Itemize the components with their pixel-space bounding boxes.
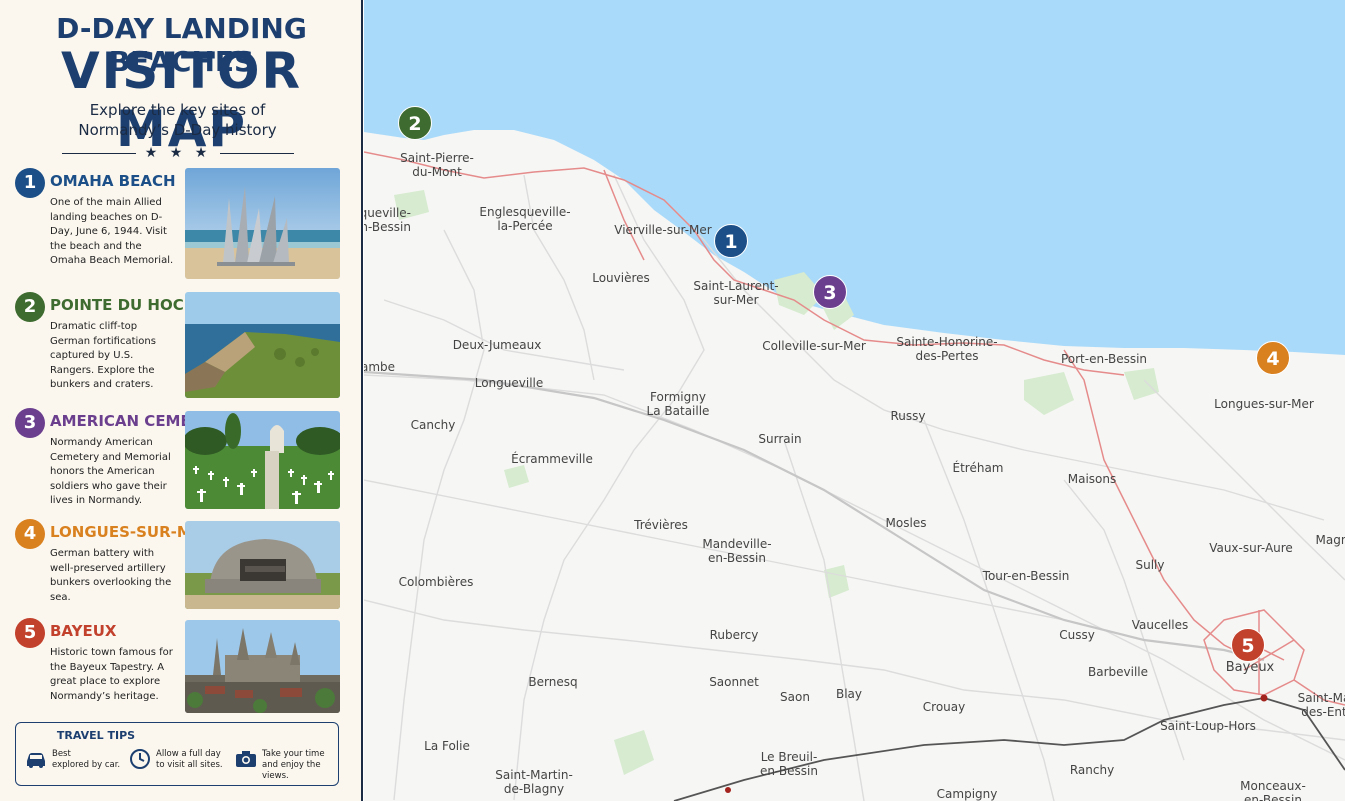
town-monceaux-en-bessin: Monceaux-en-Bessin bbox=[1240, 779, 1306, 801]
town-campigny: Campigny bbox=[936, 787, 998, 801]
divider-line-right bbox=[220, 153, 294, 154]
site-bayeux[interactable]: 5 BAYEUX Historic town famous for the Ba… bbox=[15, 618, 340, 713]
town-colleville-sur-mer: Colleville-sur-Mer bbox=[762, 339, 866, 353]
site-description: Normandy American Cemetery and Memorial … bbox=[50, 437, 171, 507]
town-canchy: Canchy bbox=[410, 418, 456, 432]
divider-line-left bbox=[62, 153, 136, 154]
town-bayeux: Bayeux bbox=[1225, 660, 1275, 675]
site-name: BAYEUX bbox=[50, 622, 117, 640]
town-russy: Russy bbox=[890, 409, 926, 423]
subtitle-line-1: Explore the key sites of bbox=[89, 101, 266, 119]
town-le-breuil-en-bessin: Le Breuil-en-Bessin bbox=[760, 750, 818, 778]
town-cussy: Cussy bbox=[1059, 628, 1095, 642]
site-longues-sur-mer[interactable]: 4 LONGUES-SUR-MER German battery with we… bbox=[15, 519, 340, 609]
site-number-badge: 1 bbox=[15, 168, 45, 198]
town-rubercy: Rubercy bbox=[709, 628, 759, 642]
town-crouay: Crouay bbox=[922, 700, 966, 714]
map-marker-pointe-du-hoc[interactable]: 2 bbox=[398, 106, 432, 140]
town-englesqueville-la-percee: Englesqueville-la-Percée bbox=[479, 205, 571, 233]
subtitle-line-2: Normandy’s D-Day history bbox=[78, 121, 277, 139]
bayeux-station-icon bbox=[1260, 694, 1268, 702]
town-sainte-honorine-des-pertes: Sainte-Honorine-des-Pertes bbox=[896, 335, 998, 363]
site-description: Historic town famous for the Bayeux Tape… bbox=[50, 647, 173, 702]
station-icon bbox=[725, 787, 731, 793]
site-omaha-beach[interactable]: 1 OMAHA BEACH One of the main Allied lan… bbox=[15, 168, 340, 281]
town-longueville: Longueville bbox=[474, 376, 544, 390]
site-number-badge: 2 bbox=[15, 292, 45, 322]
town-sully: Sully bbox=[1135, 558, 1165, 572]
subtitle: Explore the key sites of Normandy’s D-Da… bbox=[0, 100, 355, 140]
town-vaucelles: Vaucelles bbox=[1131, 618, 1189, 632]
town-bernesq: Bernesq bbox=[528, 675, 578, 689]
legend-sidebar: D-DAY LANDING BEACHES VISITOR MAP Explor… bbox=[0, 0, 363, 801]
sea bbox=[364, 0, 1345, 355]
car-icon bbox=[27, 753, 45, 768]
map-canvas[interactable]: Saint-Pierre-du-Mont cqueville-en-Bessin… bbox=[364, 0, 1345, 801]
site-description: German battery with well-preserved artil… bbox=[50, 548, 172, 603]
town-ranchy: Ranchy bbox=[1069, 763, 1115, 777]
town-vaux-sur-aure: Vaux-sur-Aure bbox=[1209, 541, 1293, 555]
map-marker-bayeux[interactable]: 5 bbox=[1231, 628, 1265, 662]
longues-battery-bunker-photo bbox=[185, 521, 340, 609]
site-name: POINTE DU HOC bbox=[50, 296, 184, 314]
town-saon: Saon bbox=[780, 690, 810, 704]
town-saint-loup-hors: Saint-Loup-Hors bbox=[1160, 719, 1256, 733]
tip-clock-text: Allow a full day to visit all sites. bbox=[156, 749, 223, 770]
town-mosles: Mosles bbox=[885, 516, 927, 530]
town-saint-martin-de-blagny: Saint-Martin-de-Blagny bbox=[495, 768, 573, 796]
clock-icon bbox=[130, 749, 150, 769]
travel-tips-box: TRAVEL TIPS Best explored by car. Allow a… bbox=[15, 722, 339, 786]
town-ecrammeville: Écrammeville bbox=[511, 452, 593, 466]
town-maisons: Maisons bbox=[1067, 472, 1117, 486]
town-la-folie: La Folie bbox=[424, 739, 470, 753]
travel-tips-title: TRAVEL TIPS bbox=[56, 729, 136, 742]
town-longues-sur-mer: Longues-sur-Mer bbox=[1214, 397, 1314, 411]
town-deux-jumeaux: Deux-Jumeaux bbox=[452, 338, 542, 352]
bayeux-cathedral-photo bbox=[185, 620, 340, 713]
town-barbeville: Barbeville bbox=[1087, 665, 1149, 679]
site-number-badge: 4 bbox=[15, 519, 45, 549]
site-number-badge: 5 bbox=[15, 618, 45, 648]
tip-car-text: Best explored by car. bbox=[52, 749, 121, 770]
divider-stars: ★ ★ ★ bbox=[144, 145, 212, 161]
town-cambe: ambe bbox=[364, 360, 396, 374]
pointe-du-hoc-cliffs-photo bbox=[185, 292, 340, 398]
map-marker-longues-sur-mer[interactable]: 4 bbox=[1256, 341, 1290, 375]
site-name: OMAHA BEACH bbox=[50, 172, 176, 190]
town-port-en-bessin: Port-en-Bessin bbox=[1060, 352, 1148, 366]
american-cemetery-crosses-photo bbox=[185, 411, 340, 509]
site-number-badge: 3 bbox=[15, 408, 45, 438]
town-vierville-sur-mer: Vierville-sur-Mer bbox=[614, 223, 712, 237]
town-saint-laurent-sur-mer: Saint-Laurent-sur-Mer bbox=[693, 279, 779, 307]
town-magny: Magn bbox=[1315, 533, 1345, 547]
map-base bbox=[364, 0, 1345, 801]
town-louvieres: Louvières bbox=[592, 271, 650, 285]
town-trevieres: Trévières bbox=[634, 518, 688, 532]
town-colombieres: Colombières bbox=[398, 575, 474, 589]
town-cricqueville-en-bessin: cqueville-en-Bessin bbox=[364, 206, 412, 234]
site-description: One of the main Allied landing beaches o… bbox=[50, 197, 174, 267]
star-divider: ★ ★ ★ bbox=[62, 145, 294, 163]
site-description: Dramatic cliff-top German fortifications… bbox=[50, 321, 156, 391]
town-etreham: Étréham bbox=[952, 461, 1004, 475]
site-american-cemetery[interactable]: 3 AMERICAN CEMETERY Normandy American Ce… bbox=[15, 408, 340, 509]
town-blay: Blay bbox=[835, 687, 863, 701]
map-marker-american-cemetery[interactable]: 3 bbox=[813, 275, 847, 309]
town-saint-pierre-du-mont: Saint-Pierre-du-Mont bbox=[400, 151, 474, 179]
map-marker-omaha-beach[interactable]: 1 bbox=[714, 224, 748, 258]
town-saonnet: Saonnet bbox=[709, 675, 759, 689]
site-pointe-du-hoc[interactable]: 2 POINTE DU HOC Dramatic cliff-top Germa… bbox=[15, 292, 340, 399]
town-formigny-la-bataille: Formigny La Bataille bbox=[646, 390, 710, 418]
camera-icon bbox=[236, 751, 256, 767]
town-surrain: Surrain bbox=[758, 432, 802, 446]
tip-camera-text: Take your time and enjoy the views. bbox=[262, 749, 325, 781]
town-saint-martin-des-entrees: Saint-Mades-Ent bbox=[1297, 691, 1345, 719]
town-tour-en-bessin: Tour-en-Bessin bbox=[982, 569, 1070, 583]
town-mandeville-en-bessin: Mandeville-en-Bessin bbox=[702, 537, 772, 565]
omaha-beach-memorial-photo bbox=[185, 168, 340, 279]
